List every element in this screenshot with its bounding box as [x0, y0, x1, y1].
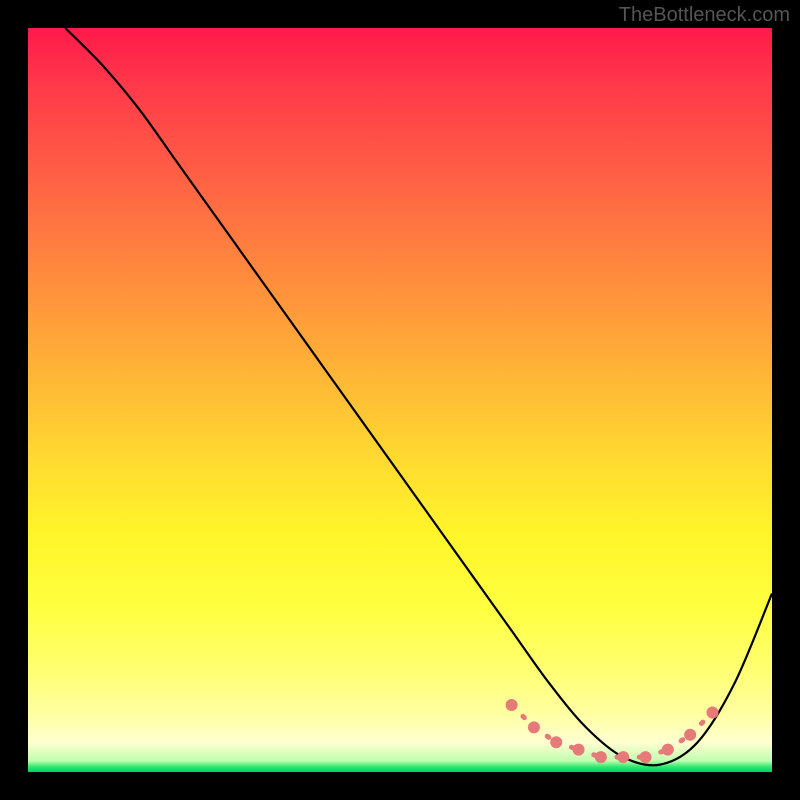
- trough-marker-dot: [706, 706, 718, 718]
- bottleneck-curve-line: [65, 28, 772, 765]
- chart-curve-svg: [28, 28, 772, 772]
- watermark-text: TheBottleneck.com: [619, 4, 790, 27]
- chart-plot-area: [28, 28, 772, 772]
